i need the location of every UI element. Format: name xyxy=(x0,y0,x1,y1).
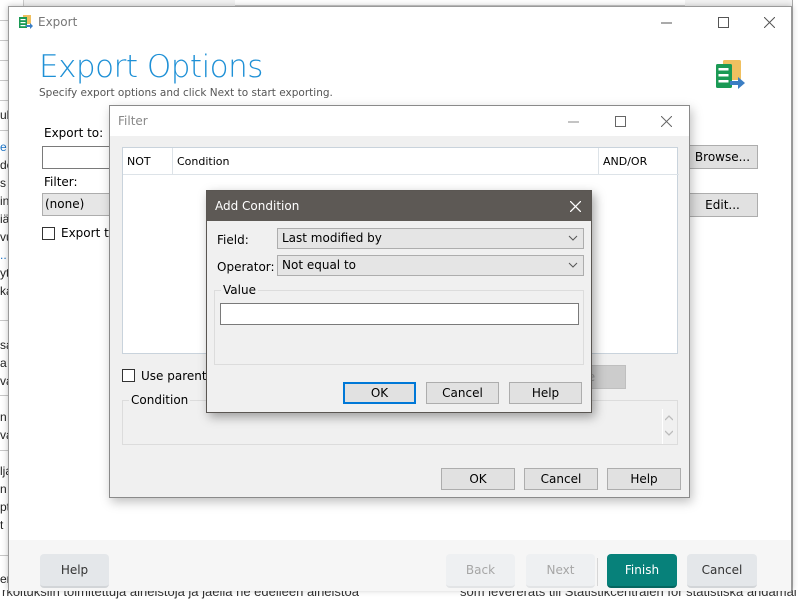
maximize-button[interactable] xyxy=(701,7,745,37)
close-button[interactable] xyxy=(747,7,791,37)
scroll-down-icon[interactable] xyxy=(665,430,673,436)
export-titlebar: Export xyxy=(9,7,791,37)
filter-maximize-button[interactable] xyxy=(598,106,642,136)
operator-label: Operator: xyxy=(217,260,275,274)
browse-button[interactable]: Browse... xyxy=(687,145,758,169)
maximize-icon xyxy=(717,16,729,28)
cancel-button[interactable]: Cancel xyxy=(687,554,757,588)
minimize-icon xyxy=(660,22,672,23)
field-label: Field: xyxy=(217,233,249,247)
field-dropdown-value: Last modified by xyxy=(282,231,382,245)
add-condition-close-button[interactable] xyxy=(559,191,591,221)
field-dropdown[interactable]: Last modified by xyxy=(277,228,584,249)
value-input[interactable] xyxy=(220,303,579,325)
filter-close-button[interactable] xyxy=(644,106,688,136)
export-app-icon xyxy=(19,15,33,29)
add-condition-title: Add Condition xyxy=(215,199,300,213)
add-condition-ok-button[interactable]: OK xyxy=(343,382,416,404)
filter-minimize-button[interactable] xyxy=(551,106,595,136)
use-parentheses-checkbox[interactable] xyxy=(122,369,135,382)
close-icon xyxy=(569,200,581,212)
operator-dropdown[interactable]: Not equal to xyxy=(277,255,584,276)
operator-dropdown-value: Not equal to xyxy=(282,258,356,272)
column-header-not[interactable]: NOT xyxy=(123,148,173,175)
finish-button[interactable]: Finish xyxy=(607,554,677,588)
page-subtitle: Specify export options and click Next to… xyxy=(39,87,333,99)
footer-divider xyxy=(597,558,598,586)
column-header-condition[interactable]: Condition xyxy=(173,148,599,175)
background-text-strip: rkoituksiin toimitettuja aineistoja ja j… xyxy=(0,590,798,603)
page-title: Export Options xyxy=(39,49,263,85)
column-header-and-or[interactable]: AND/OR xyxy=(599,148,679,175)
export-to-label: Export to: xyxy=(44,126,104,140)
export-to-checkbox[interactable] xyxy=(42,227,55,240)
close-icon xyxy=(660,115,672,127)
export-to-checkbox-label: Export to xyxy=(61,226,117,240)
background-window-right xyxy=(792,0,798,603)
value-groupbox: Value xyxy=(214,283,584,365)
scroll-up-icon[interactable] xyxy=(665,415,673,421)
condition-group-label: Condition xyxy=(129,393,191,407)
filter-cancel-button[interactable]: Cancel xyxy=(524,468,598,490)
back-button[interactable]: Back xyxy=(446,554,515,588)
add-condition-titlebar: Add Condition xyxy=(207,191,591,221)
scroll-divider xyxy=(662,409,663,444)
value-group-label: Value xyxy=(221,283,258,297)
close-icon xyxy=(763,16,775,28)
filter-help-button[interactable]: Help xyxy=(607,468,681,490)
filter-titlebar: Filter xyxy=(110,106,689,136)
next-button[interactable]: Next xyxy=(526,554,595,588)
add-condition-dialog: Add Condition Field: Last modified by Op… xyxy=(206,190,592,413)
background-text-left: rkoituksiin toimitettuja aineistoja ja j… xyxy=(2,590,359,599)
minimize-icon xyxy=(567,121,579,122)
filter-dialog-title: Filter xyxy=(118,114,148,128)
add-condition-help-button[interactable]: Help xyxy=(509,382,582,404)
export-window-title: Export xyxy=(38,15,78,29)
export-logo-icon xyxy=(716,60,745,89)
chevron-down-icon xyxy=(568,235,578,241)
chevron-down-icon xyxy=(568,262,578,268)
maximize-icon xyxy=(614,115,626,127)
background-text-right: som levererats till Statistikcentralen f… xyxy=(460,590,797,599)
add-condition-cancel-button[interactable]: Cancel xyxy=(426,382,499,404)
filter-ok-button[interactable]: OK xyxy=(441,468,515,490)
filter-label: Filter: xyxy=(44,175,78,189)
edit-filter-button[interactable]: Edit... xyxy=(687,193,758,217)
wizard-footer: Help Back Next Finish Cancel xyxy=(9,540,791,591)
help-button[interactable]: Help xyxy=(40,554,109,588)
minimize-button[interactable] xyxy=(644,7,688,37)
